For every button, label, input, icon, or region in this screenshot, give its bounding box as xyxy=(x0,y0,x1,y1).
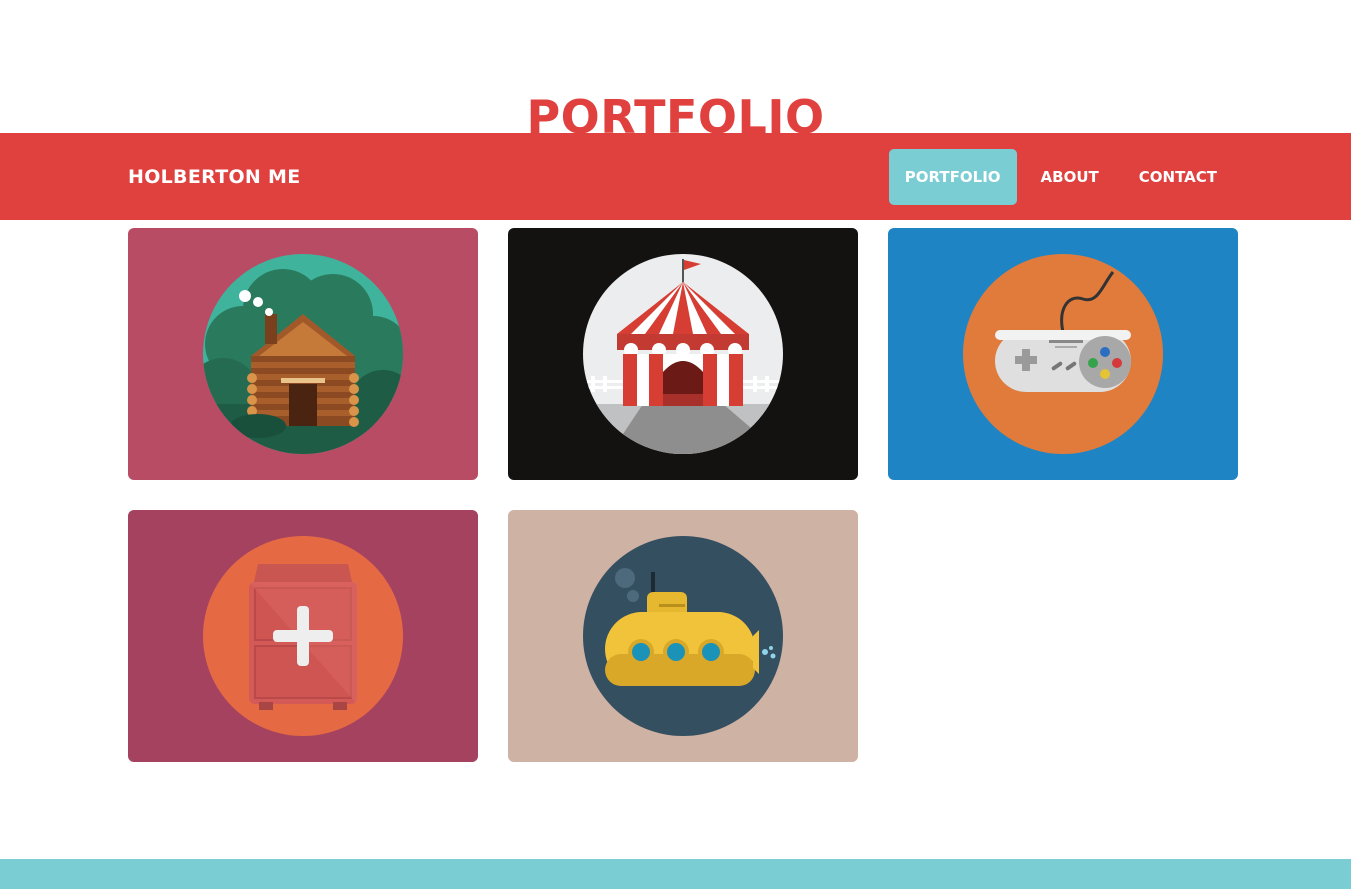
navbar: HOLBERTON ME PORTFOLIO ABOUT CONTACT xyxy=(0,133,1351,220)
submarine-icon xyxy=(583,536,783,736)
portfolio-item-submarine[interactable] xyxy=(508,510,858,762)
portfolio-item-game-controller[interactable] xyxy=(888,228,1238,480)
page-title: PORTFOLIO xyxy=(526,90,825,136)
portfolio-item-circus-tent[interactable] xyxy=(508,228,858,480)
log-cabin-icon xyxy=(203,254,403,454)
nav-item-about[interactable]: ABOUT xyxy=(1025,149,1115,205)
nav-item-portfolio[interactable]: PORTFOLIO xyxy=(888,149,1017,205)
nav-item-contact[interactable]: CONTACT xyxy=(1123,149,1233,205)
medicine-cabinet-icon xyxy=(203,536,403,736)
portfolio-item-log-cabin[interactable] xyxy=(128,228,478,480)
portfolio-item-medicine-cabinet[interactable] xyxy=(128,510,478,762)
page: PORTFOLIO HOLBERTON ME PORTFOLIO ABOUT C… xyxy=(0,0,1351,889)
main-nav: PORTFOLIO ABOUT CONTACT xyxy=(888,149,1233,205)
circus-tent-icon xyxy=(583,254,783,454)
footer xyxy=(0,859,1351,889)
game-controller-icon xyxy=(963,254,1163,454)
brand-logo[interactable]: HOLBERTON ME xyxy=(128,133,301,220)
